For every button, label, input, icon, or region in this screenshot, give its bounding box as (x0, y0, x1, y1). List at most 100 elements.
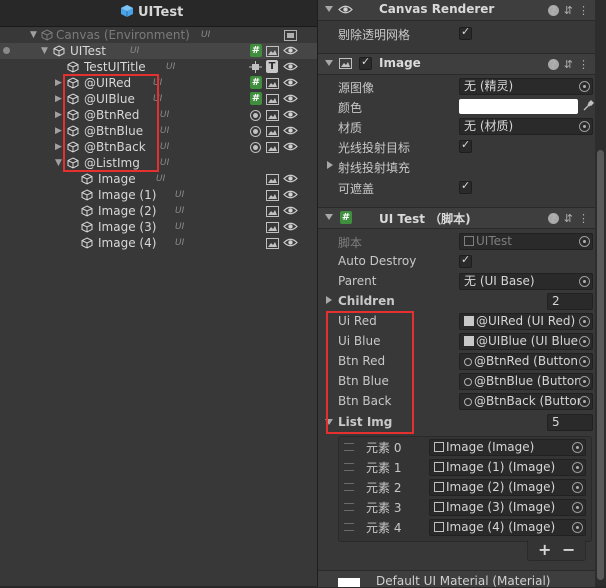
object-picker-icon[interactable] (579, 316, 590, 327)
drag-handle-icon[interactable] (344, 523, 354, 531)
drag-handle-icon[interactable] (344, 443, 354, 451)
object-picker-icon[interactable] (572, 442, 583, 453)
presets-icon[interactable]: ⇵ (564, 58, 573, 71)
object-picker-icon[interactable] (579, 336, 590, 347)
hierarchy-title-text: UITest (138, 5, 184, 20)
visibility-eye-icon[interactable] (283, 141, 298, 152)
more-icon[interactable]: ⋮ (578, 4, 589, 17)
property-children[interactable]: Children 2 (318, 292, 595, 312)
drag-handle-icon[interactable] (344, 503, 354, 511)
rect-transform-icon (249, 61, 262, 73)
help-icon[interactable]: ? (547, 5, 559, 16)
expand-arrow-icon[interactable]: ▼ (55, 155, 62, 171)
btn-back-field[interactable]: @BtnBack (Button (459, 393, 593, 410)
raycast-checkbox[interactable] (459, 138, 472, 153)
object-picker-icon[interactable] (579, 81, 590, 92)
visibility-eye-icon[interactable] (283, 173, 298, 184)
hierarchy-row-image-4[interactable]: Image (4) UI (0, 235, 317, 251)
presets-icon[interactable]: ⇵ (564, 4, 573, 17)
presets-icon[interactable]: ⇵ (564, 212, 573, 225)
hierarchy-row-image-3[interactable]: Image (3) UI (0, 219, 317, 235)
material-footer[interactable]: Default UI Material (Material) (318, 570, 595, 588)
visibility-eye-icon[interactable] (283, 221, 298, 232)
visibility-eye-icon[interactable] (283, 45, 298, 56)
image-enabled-checkbox[interactable] (359, 55, 372, 70)
element-field[interactable]: Image (3) (Image) (429, 499, 586, 516)
hierarchy-row-testuititle[interactable]: TestUITitle UI T (0, 59, 317, 75)
image-component-header[interactable]: Image ? ⇵ ⋮ (318, 53, 595, 75)
color-swatch[interactable] (459, 99, 578, 114)
eyedropper-icon[interactable] (582, 100, 594, 112)
object-picker-icon[interactable] (579, 396, 590, 407)
property-material: 材质 无 (材质) (318, 117, 595, 137)
element-field[interactable]: Image (Image) (429, 439, 586, 456)
auto-destroy-checkbox[interactable] (459, 253, 472, 268)
btn-red-field[interactable]: @BtnRed (Button (459, 353, 593, 370)
expand-arrow-icon[interactable] (326, 296, 332, 304)
element-field[interactable]: Image (4) (Image) (429, 519, 586, 536)
collapse-arrow-icon[interactable] (325, 60, 333, 66)
object-picker-icon[interactable] (579, 276, 590, 287)
property-parent: Parent 无 (UI Base) (318, 272, 595, 292)
maskable-checkbox[interactable] (459, 179, 472, 194)
help-icon[interactable]: ? (547, 59, 559, 70)
more-icon[interactable]: ⋮ (578, 212, 589, 225)
script-hash-icon: # (250, 44, 262, 57)
expand-arrow-icon[interactable]: ▶ (55, 123, 62, 139)
hierarchy-row-canvas[interactable]: ▼ Canvas (Environment) UI (0, 27, 317, 43)
material-field[interactable]: 无 (材质) (459, 118, 593, 135)
visibility-eye-icon[interactable] (283, 77, 298, 88)
parent-field[interactable]: 无 (UI Base) (459, 273, 593, 290)
ui-red-field[interactable]: @UIRed (UI Red) (459, 313, 593, 330)
source-image-field[interactable]: 无 (精灵) (459, 78, 593, 95)
expand-arrow-icon[interactable]: ▼ (41, 43, 48, 59)
hierarchy-label: TestUITitle (84, 60, 146, 74)
ui-layer-tag: UI (175, 222, 185, 232)
object-picker-icon[interactable] (579, 376, 590, 387)
children-count-field[interactable]: 2 (547, 293, 593, 310)
object-picker-icon[interactable] (579, 356, 590, 367)
ui-blue-field[interactable]: @UIBlue (UI Blue (459, 333, 593, 350)
uitest-script-header[interactable]: # UI Test （脚本) ? ⇵ ⋮ (318, 207, 595, 229)
property-raycast-padding[interactable]: 射线投射填充 (318, 157, 595, 177)
expand-arrow-icon[interactable]: ▶ (55, 107, 62, 123)
hierarchy-row-image-2[interactable]: Image (2) UI (0, 203, 317, 219)
property-cull-transparent: 剔除透明网格 (318, 24, 595, 44)
collapse-arrow-icon[interactable] (325, 6, 333, 12)
visibility-eye-icon[interactable] (283, 109, 298, 120)
expand-arrow-icon[interactable]: ▶ (55, 91, 62, 107)
list-count-field[interactable]: 5 (547, 414, 593, 431)
drag-handle-icon[interactable] (344, 483, 354, 491)
collapse-arrow-icon[interactable] (325, 214, 333, 220)
visibility-eye-icon[interactable] (283, 93, 298, 104)
object-picker-icon[interactable] (572, 522, 583, 533)
btn-blue-field[interactable]: @BtnBlue (Button (459, 373, 593, 390)
element-field[interactable]: Image (2) (Image) (429, 479, 586, 496)
object-picker-icon[interactable] (572, 502, 583, 513)
drag-handle-icon[interactable] (344, 463, 354, 471)
expand-arrow-icon[interactable] (327, 161, 333, 169)
inspector-scrollbar[interactable] (595, 0, 606, 586)
element-field[interactable]: Image (1) (Image) (429, 459, 586, 476)
object-picker-icon[interactable] (579, 121, 590, 132)
hierarchy-row-image[interactable]: Image UI (0, 171, 317, 187)
visibility-eye-icon[interactable] (283, 125, 298, 136)
visibility-eye-icon[interactable] (283, 237, 298, 248)
canvas-renderer-header[interactable]: Canvas Renderer ? ⇵ ⋮ (318, 0, 595, 21)
hierarchy-row-uitest[interactable]: ▼ UITest UI # (0, 43, 317, 59)
object-picker-icon[interactable] (572, 462, 583, 473)
cull-checkbox[interactable] (459, 25, 472, 40)
expand-arrow-icon[interactable]: ▶ (55, 75, 62, 91)
remove-element-button[interactable]: − (562, 540, 575, 559)
scrollbar-thumb[interactable] (597, 150, 604, 580)
visibility-eye-icon[interactable] (283, 205, 298, 216)
more-icon[interactable]: ⋮ (578, 58, 589, 71)
help-icon[interactable]: ? (547, 213, 559, 224)
object-picker-icon[interactable] (572, 482, 583, 493)
hierarchy-row-image-1[interactable]: Image (1) UI (0, 187, 317, 203)
visibility-eye-icon[interactable] (283, 61, 298, 72)
expand-arrow-icon[interactable]: ▶ (55, 139, 62, 155)
expand-arrow-icon[interactable]: ▼ (30, 27, 37, 43)
visibility-eye-icon[interactable] (283, 189, 298, 200)
add-element-button[interactable]: + (538, 540, 551, 559)
